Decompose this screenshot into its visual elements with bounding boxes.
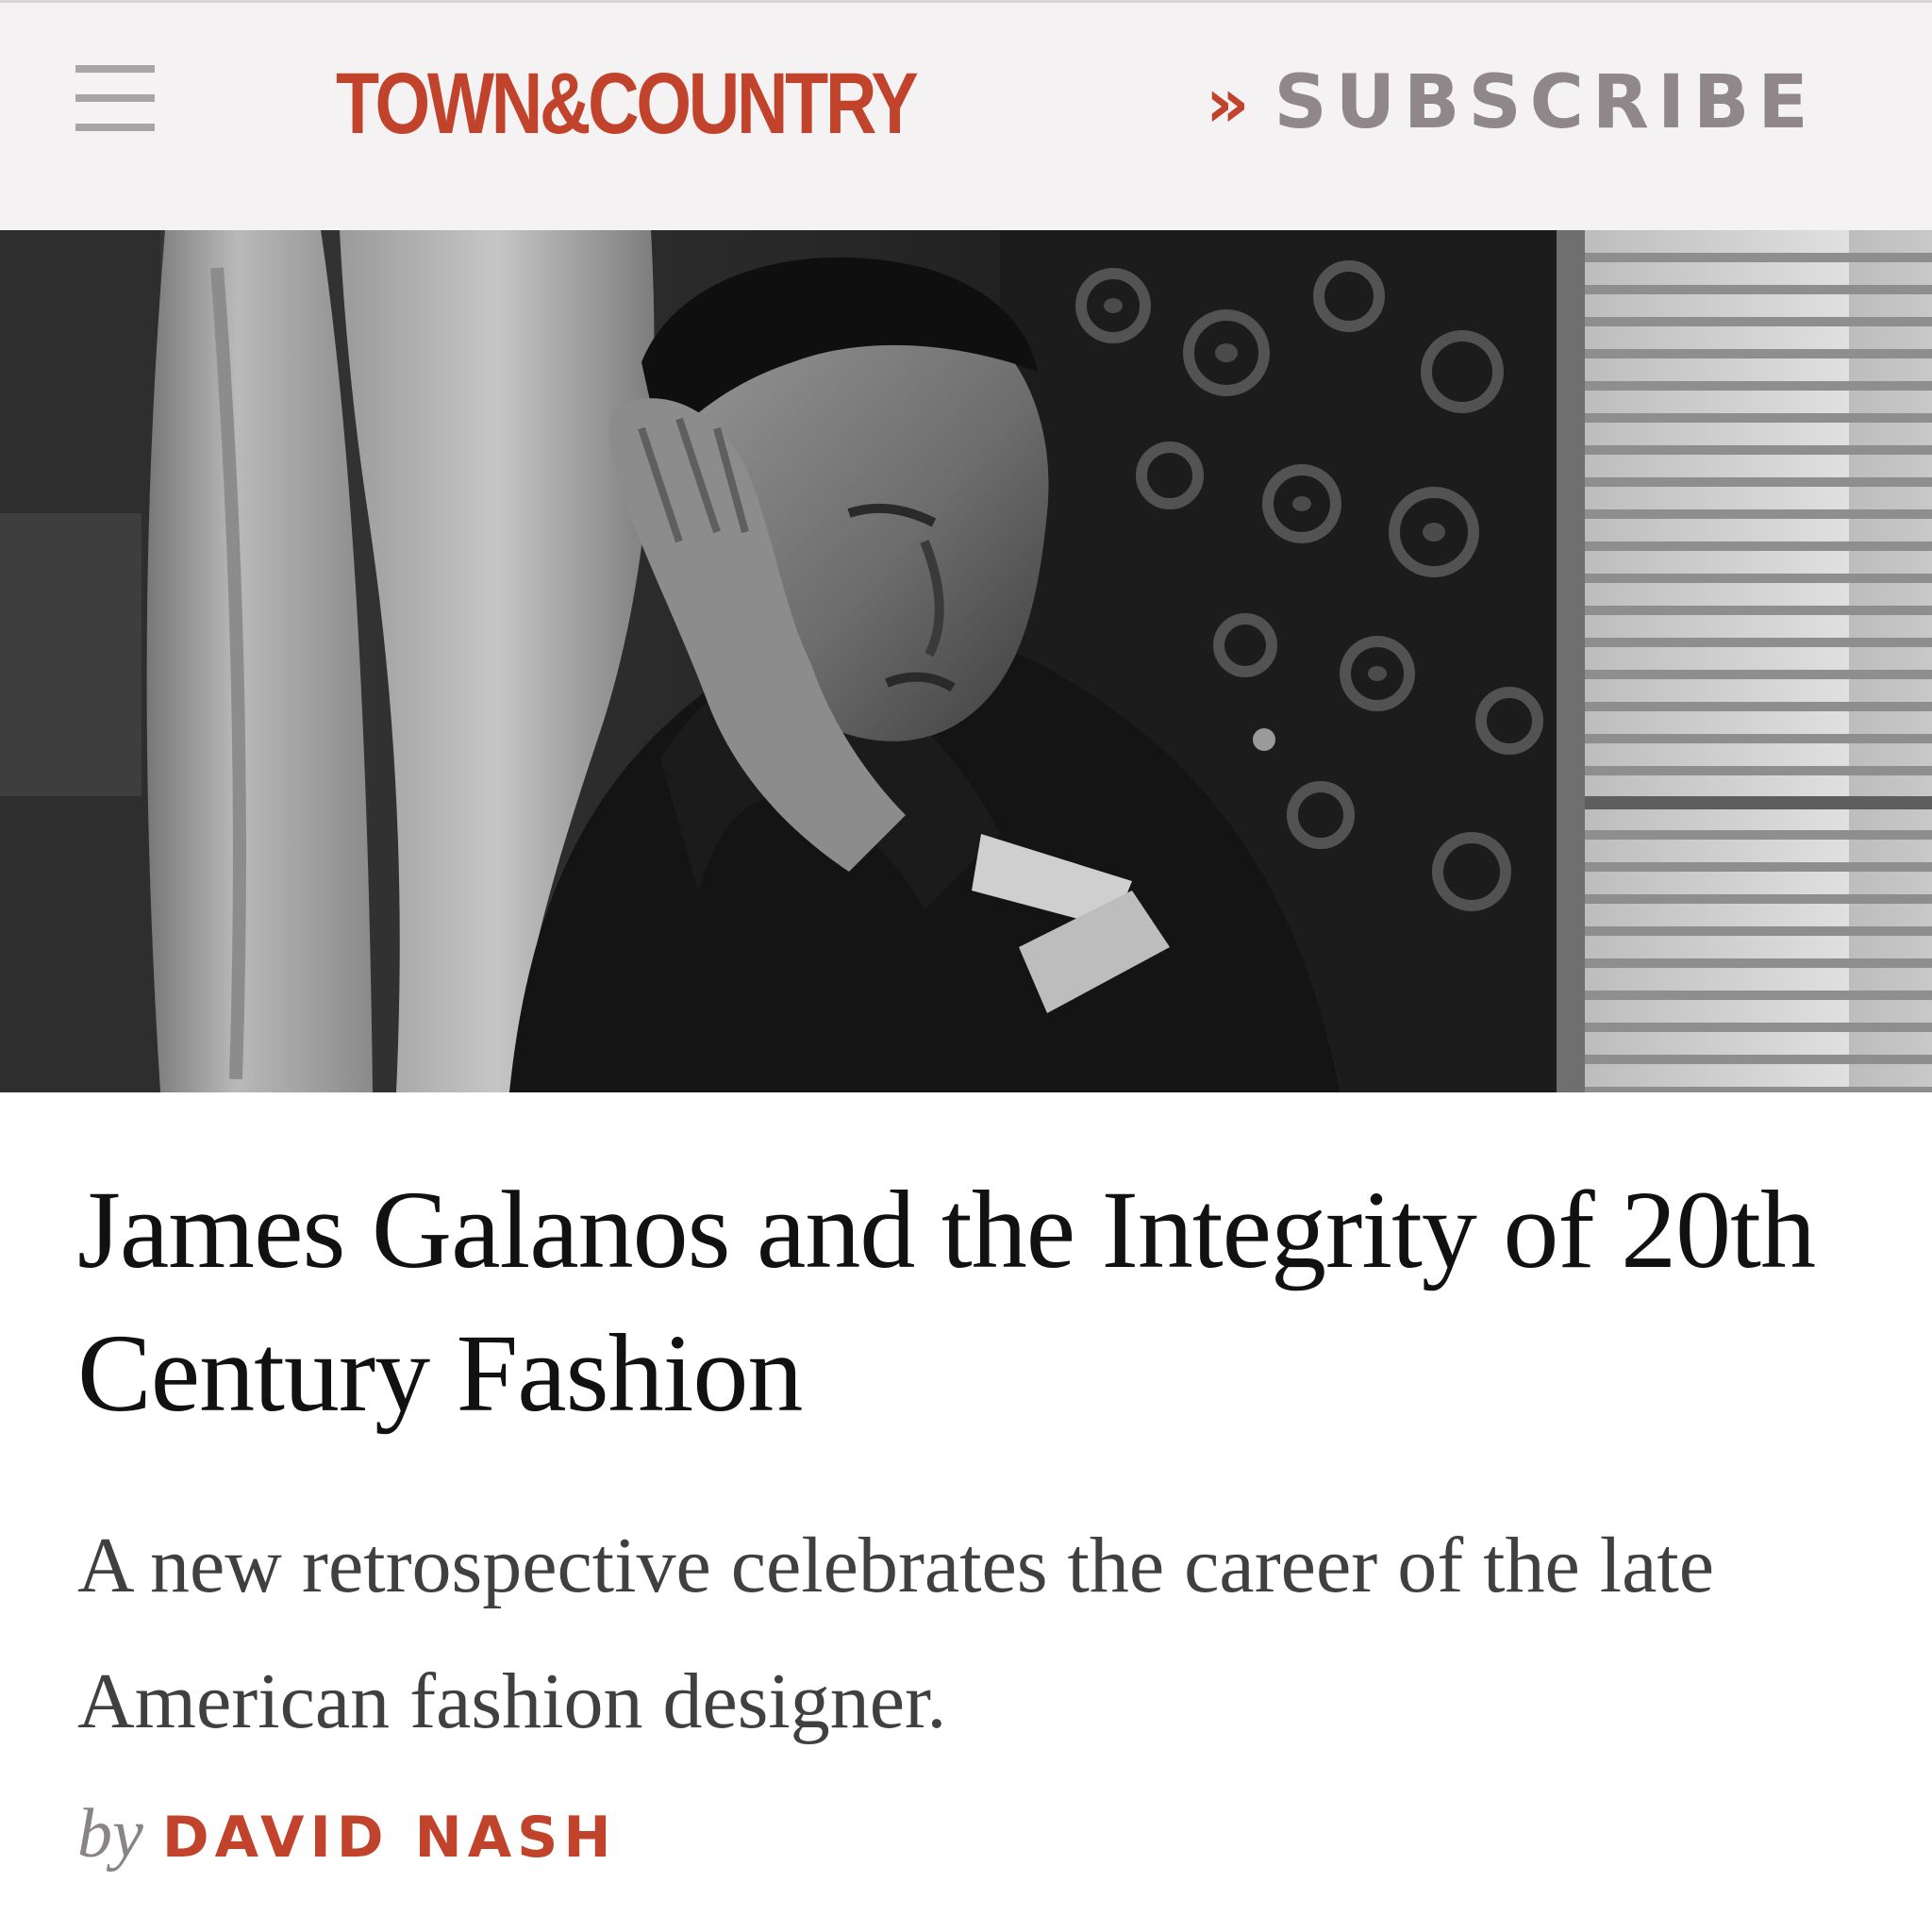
double-chevron-right-icon: » bbox=[1206, 63, 1250, 142]
menu-line bbox=[75, 65, 155, 73]
article-page: TOWN&COUNTRY » SUBSCRIBE James Galanos a… bbox=[0, 0, 1932, 1932]
byline: by DAVID NASH bbox=[77, 1794, 617, 1879]
hero-image bbox=[0, 230, 1932, 1092]
portrait-photo bbox=[0, 230, 1932, 1092]
article-dek: A new retrospective celebrates the caree… bbox=[77, 1522, 1715, 1745]
author-link[interactable]: DAVID NASH bbox=[162, 1805, 617, 1871]
menu-line bbox=[75, 124, 155, 131]
menu-line bbox=[75, 94, 155, 102]
hamburger-menu-icon[interactable] bbox=[75, 61, 155, 135]
site-header: TOWN&COUNTRY » SUBSCRIBE bbox=[0, 0, 1932, 230]
subscribe-label: SUBSCRIBE bbox=[1274, 60, 1817, 145]
byline-prefix: by bbox=[77, 1795, 143, 1873]
site-logo[interactable]: TOWN&COUNTRY bbox=[336, 52, 919, 156]
subscribe-button[interactable]: » SUBSCRIBE bbox=[1206, 58, 1817, 148]
article-headline: James Galanos and the Integrity of 20th … bbox=[77, 1168, 1816, 1435]
